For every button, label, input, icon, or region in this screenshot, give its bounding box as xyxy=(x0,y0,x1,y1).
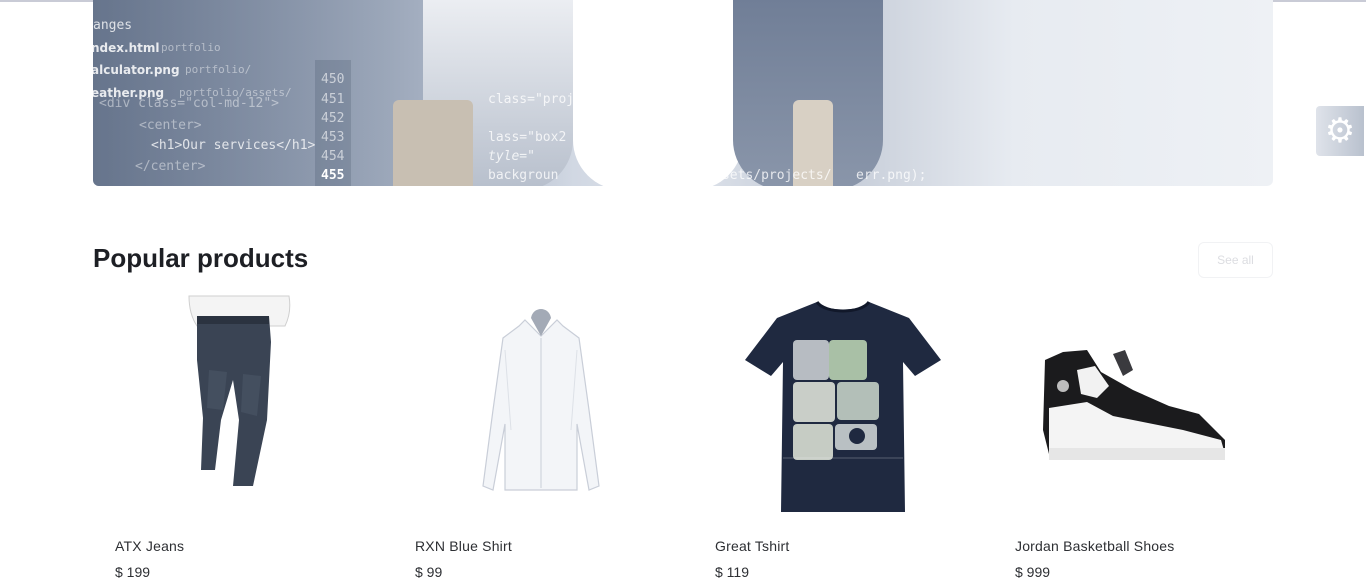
section-title: Popular products xyxy=(93,243,309,273)
code-text: class="proj xyxy=(488,92,575,107)
code-text: alculator.png xyxy=(93,63,180,77)
line-number: 451 xyxy=(321,92,345,107)
product-price: $ 199 xyxy=(115,564,151,578)
tshirt-image[interactable] xyxy=(693,290,993,520)
code-text: portfolio xyxy=(161,41,221,54)
product-name[interactable]: Jordan Basketball Shoes xyxy=(1015,538,1174,554)
line-number: 450 xyxy=(321,72,345,87)
code-text: <div class="col-md-12"> xyxy=(99,96,280,111)
code-text: </center> xyxy=(135,159,206,174)
code-text: anges xyxy=(93,18,133,33)
code-text: backgroun xyxy=(488,168,559,183)
product-name[interactable]: Great Tshirt xyxy=(715,538,790,554)
code-text: err.png); xyxy=(856,168,927,183)
code-text: <center> xyxy=(139,118,202,133)
product-card[interactable]: Great Tshirt $ 119 xyxy=(693,290,993,578)
line-number: 455 xyxy=(321,168,345,183)
shirt-image[interactable] xyxy=(393,290,693,520)
product-card[interactable]: ATX Jeans $ 199 xyxy=(93,290,393,578)
see-all-button[interactable]: See all xyxy=(1198,242,1273,278)
line-number: 452 xyxy=(321,111,345,126)
code-text: lass="box2 xyxy=(488,130,567,145)
model-figure xyxy=(573,0,743,186)
shoe-image[interactable] xyxy=(993,290,1293,520)
code-text: tyle=" xyxy=(488,149,535,164)
line-number: 454 xyxy=(321,149,345,164)
product-price: $ 999 xyxy=(1015,564,1051,578)
line-number: 453 xyxy=(321,130,345,145)
product-name[interactable]: RXN Blue Shirt xyxy=(415,538,512,554)
jeans-image[interactable] xyxy=(93,290,393,520)
product-card[interactable]: Jordan Basketball Shoes $ 999 xyxy=(993,290,1293,578)
hero-banner: anges ndex.html portfolio alculator.png … xyxy=(93,0,1273,186)
product-name[interactable]: ATX Jeans xyxy=(115,538,184,554)
code-text: <h1>Our services</h1> xyxy=(151,138,316,153)
product-price: $ 119 xyxy=(715,564,749,578)
product-price: $ 99 xyxy=(415,564,443,578)
shopping-bag-image xyxy=(393,100,473,186)
product-card[interactable]: RXN Blue Shirt $ 99 xyxy=(393,290,693,578)
settings-toggle-button[interactable]: ⚙ xyxy=(1316,106,1364,156)
code-text: url(assets/projects/ xyxy=(675,168,832,183)
gear-icon: ⚙ xyxy=(1324,111,1356,151)
code-text: portfolio/ xyxy=(185,63,252,76)
code-text: ndex.html xyxy=(93,41,160,55)
